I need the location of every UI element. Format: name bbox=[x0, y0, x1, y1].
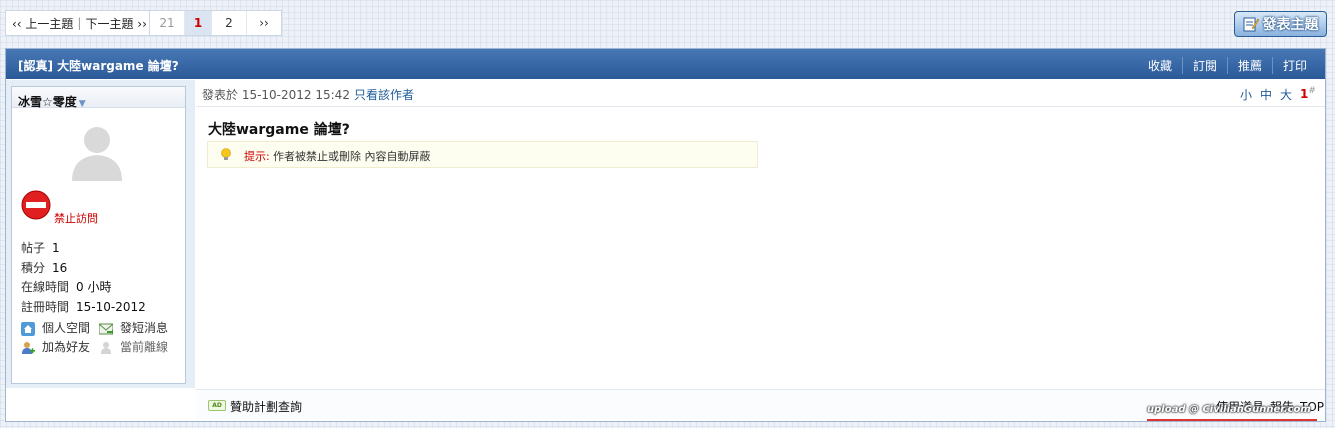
new-thread-label: 發表主題 bbox=[1262, 17, 1319, 33]
post-subject: 大陸wargame 論壇? bbox=[208, 122, 350, 138]
lightbulb-icon bbox=[221, 148, 231, 160]
message-icon bbox=[99, 323, 113, 335]
ad-badge: AD bbox=[208, 400, 226, 411]
previous-thread-link[interactable]: ‹‹ 上一主題 bbox=[12, 15, 73, 32]
stat-posts: 帖子 1 bbox=[21, 241, 60, 255]
personal-space-link[interactable]: 個人空間 bbox=[21, 319, 99, 338]
add-friend-icon bbox=[22, 341, 35, 354]
recommend-link[interactable]: 推薦 bbox=[1226, 57, 1272, 74]
blocked-notice: 提示: 作者被禁止或刪除 內容自動屏蔽 bbox=[207, 141, 758, 168]
offline-user-icon bbox=[101, 341, 111, 354]
thread-navigation: ‹‹ 上一主題 | 下一主題 ›› bbox=[5, 10, 154, 36]
avatar bbox=[72, 127, 122, 181]
font-medium-link[interactable]: 中 bbox=[1260, 88, 1272, 102]
post-header: 發表於 15-10-2012 15:42 只看該作者 小中大 1# bbox=[196, 80, 1325, 107]
page-current[interactable]: 1 bbox=[185, 11, 212, 35]
thread-actions: 收藏 訂閱 推薦 打印 bbox=[1138, 57, 1317, 74]
sponsor-query-link[interactable]: 贊助計劃查詢 bbox=[230, 398, 302, 415]
floor-hash: # bbox=[1308, 86, 1316, 96]
only-author-link[interactable]: 只看該作者 bbox=[354, 88, 414, 102]
add-friend-link[interactable]: 加為好友 bbox=[21, 338, 99, 357]
favorite-link[interactable]: 收藏 bbox=[1138, 57, 1182, 74]
send-message-link[interactable]: 發短消息 bbox=[99, 319, 177, 338]
page-link-21[interactable]: 21 bbox=[150, 11, 185, 35]
edit-icon bbox=[1243, 17, 1259, 32]
page-link-2[interactable]: 2 bbox=[212, 11, 247, 35]
author-links: 個人空間 發短消息 加為好友 當前離線 bbox=[21, 319, 177, 357]
banned-status[interactable]: 禁止訪問 bbox=[54, 210, 98, 226]
chevron-down-icon: ▼ bbox=[78, 99, 86, 109]
nav-separator: | bbox=[77, 16, 82, 30]
font-small-link[interactable]: 小 bbox=[1240, 88, 1252, 102]
watermark: upload @ CivilianGunner.com bbox=[1147, 404, 1311, 415]
notice-label: 提示: bbox=[244, 150, 270, 163]
thread-title: [認真] 大陸wargame 論壇? bbox=[18, 59, 179, 73]
new-thread-button[interactable]: 發表主題 bbox=[1234, 11, 1327, 37]
font-size-switch: 小中大 bbox=[1240, 86, 1300, 103]
print-link[interactable]: 打印 bbox=[1271, 57, 1317, 74]
floor-number[interactable]: 1# bbox=[1300, 86, 1316, 101]
font-large-link[interactable]: 大 bbox=[1280, 88, 1292, 102]
pagination: 21 1 2 ›› bbox=[149, 10, 282, 36]
no-entry-icon bbox=[21, 190, 51, 220]
thread-title-bar: [認真] 大陸wargame 論壇? 收藏 訂閱 推薦 打印 bbox=[6, 49, 1325, 79]
offline-status: 當前離線 bbox=[99, 338, 177, 357]
subscribe-link[interactable]: 訂閱 bbox=[1181, 57, 1227, 74]
author-profile: 冰雪☆零度 ▼ 禁止訪問 帖子 1 積分 16 在線時間 0 小時 註冊時間 15-10-… bbox=[11, 86, 186, 384]
home-icon bbox=[21, 321, 35, 336]
author-name[interactable]: 冰雪☆零度 ▼ bbox=[18, 93, 86, 110]
author-stats: 帖子 1 積分 16 在線時間 0 小時 註冊時間 15-10-2012 bbox=[21, 239, 146, 317]
stat-register-date: 註冊時間 15-10-2012 bbox=[21, 299, 146, 314]
post-time: 發表於 15-10-2012 15:42 只看該作者 bbox=[202, 88, 414, 102]
stat-points: 積分 16 bbox=[21, 260, 68, 275]
author-name-text: 冰雪☆零度 bbox=[18, 95, 77, 109]
next-thread-link[interactable]: 下一主題 ›› bbox=[85, 15, 146, 32]
stat-online-time: 在線時間 0 小時 bbox=[21, 280, 112, 294]
notice-text: 作者被禁止或刪除 內容自動屏蔽 bbox=[273, 150, 431, 163]
watermark-underline bbox=[1147, 419, 1317, 421]
page-next-link[interactable]: ›› bbox=[247, 11, 281, 35]
